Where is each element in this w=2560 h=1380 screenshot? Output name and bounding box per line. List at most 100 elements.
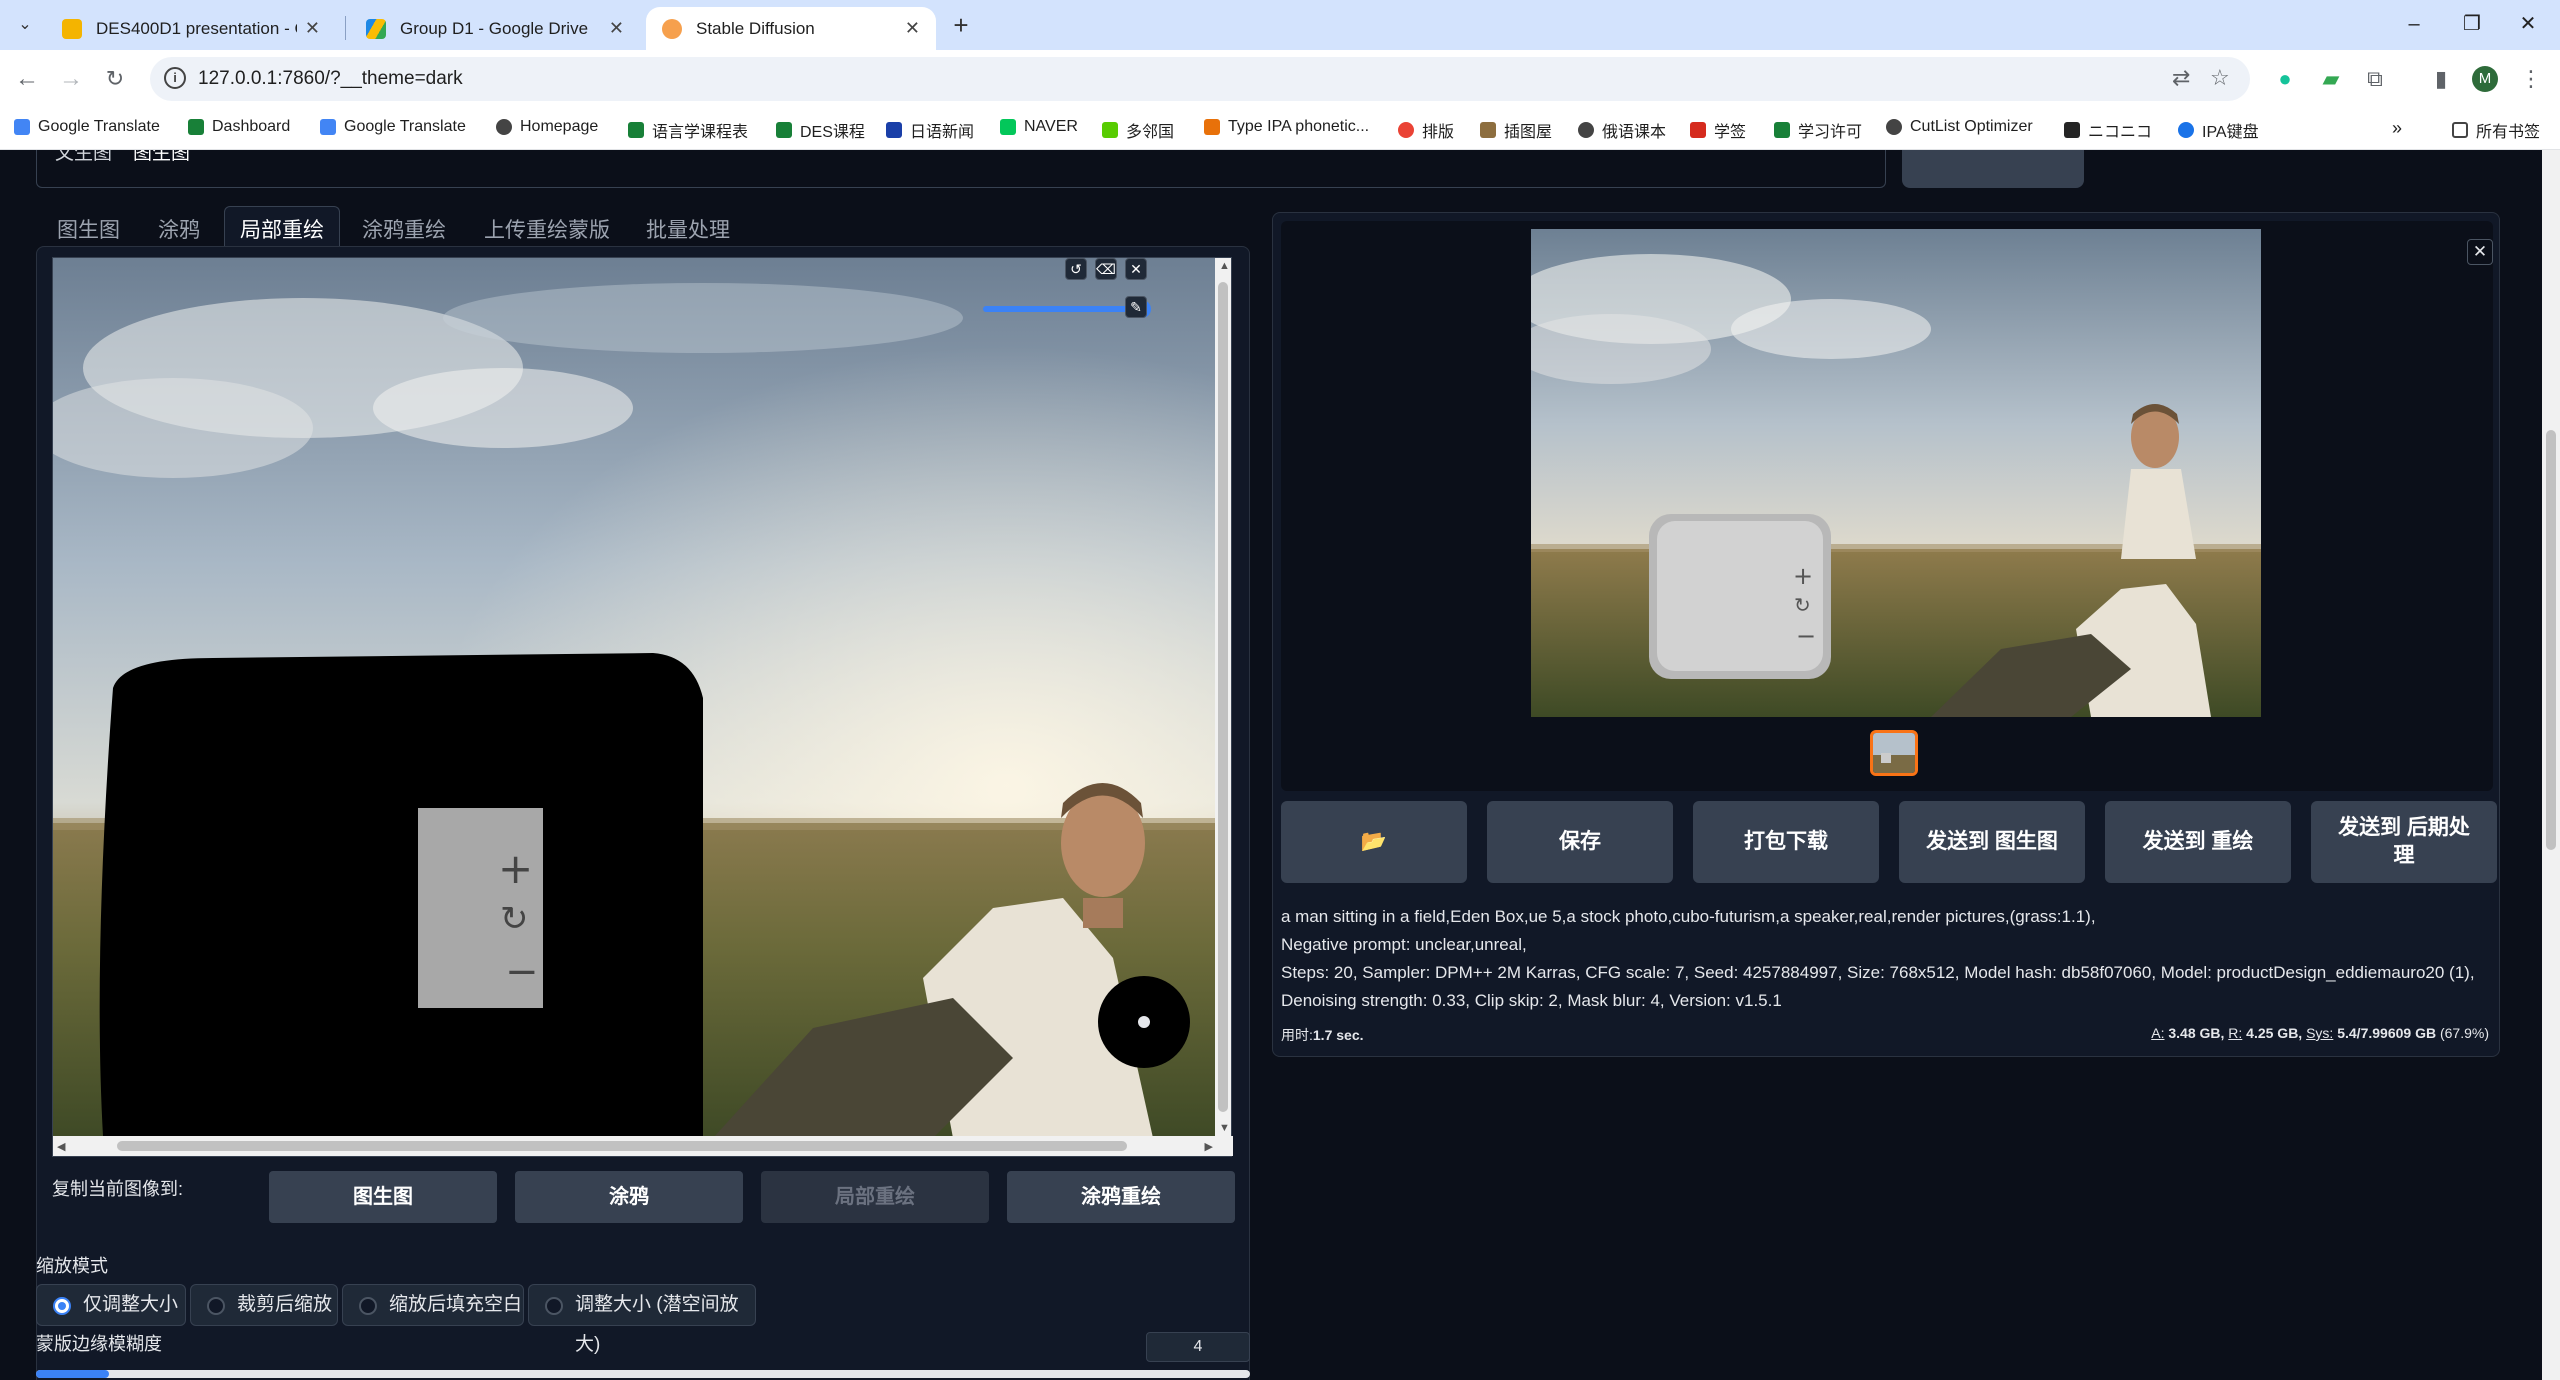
subtab-sketch[interactable]: 涂鸦 xyxy=(158,214,200,244)
resize-mode-just-resize[interactable]: 仅调整大小 xyxy=(36,1284,186,1326)
eraser-icon[interactable]: ⌫ xyxy=(1095,258,1117,280)
bookmark-homepage[interactable]: Homepage xyxy=(496,118,598,136)
profile-avatar[interactable]: M xyxy=(2472,66,2498,92)
inpaint-photo-with-mask: + ↻ − xyxy=(53,258,1216,1136)
scroll-right-icon[interactable]: ▶ xyxy=(1205,1140,1213,1153)
bookmark-naver[interactable]: NAVER xyxy=(1000,118,1078,136)
all-bookmarks-folder[interactable]: 所有书签 xyxy=(2452,118,2540,142)
bookmark-russian-textbook[interactable]: 俄语课本 xyxy=(1578,118,1666,142)
scroll-left-icon[interactable]: ◀ xyxy=(57,1140,65,1153)
clear-canvas-close-icon[interactable]: ✕ xyxy=(1125,258,1147,280)
bookmark-linguistics-schedule[interactable]: 语言学课程表 xyxy=(628,118,748,142)
scroll-down-icon[interactable]: ▼ xyxy=(1219,1122,1230,1134)
copy-to-inpaint-button[interactable]: 局部重绘 xyxy=(761,1171,989,1223)
bookmarks-bar: Google Translate Dashboard Google Transl… xyxy=(0,108,2560,150)
mask-blur-slider-fill xyxy=(36,1370,109,1378)
close-tab-icon[interactable]: ✕ xyxy=(305,18,320,39)
send-to-inpaint-button[interactable]: 发送到 重绘 xyxy=(2105,801,2291,883)
inpaint-canvas[interactable]: + ↻ − ↺ ⌫ ✕ ✎ ▲ ▼ ◀ ▶ xyxy=(52,257,1233,1157)
close-tab-icon[interactable]: ✕ xyxy=(905,18,920,39)
open-folder-button[interactable]: 📂 xyxy=(1281,801,1467,883)
subtab-inpaint-sketch[interactable]: 涂鸦重绘 xyxy=(362,214,446,244)
back-arrow-icon[interactable]: ← xyxy=(12,64,42,94)
bookmark-study-license[interactable]: 学习许可 xyxy=(1774,118,1862,142)
output-image[interactable]: + ↻ − xyxy=(1531,229,2261,717)
subtab-inpaint[interactable]: 局部重绘 xyxy=(240,214,324,244)
undo-icon[interactable]: ↺ xyxy=(1065,258,1087,280)
close-tab-icon[interactable]: ✕ xyxy=(609,18,624,39)
bookmark-dashboard[interactable]: Dashboard xyxy=(188,118,290,136)
bookmark-cutlist[interactable]: CutList Optimizer xyxy=(1886,118,2033,136)
bookmark-niconico[interactable]: ニコニコ xyxy=(2064,118,2152,142)
bookmark-japanese-news[interactable]: 日语新闻 xyxy=(886,118,974,142)
tab-search-chevron-icon[interactable]: ⌄ xyxy=(12,12,38,38)
send-to-img2img-button[interactable]: 发送到 图生图 xyxy=(1899,801,2085,883)
generation-info: a man sitting in a field,Eden Box,ue 5,a… xyxy=(1281,903,2491,1015)
canvas-horizontal-scrollbar[interactable]: ◀ ▶ xyxy=(53,1136,1233,1156)
mask-blur-slider[interactable] xyxy=(36,1370,1250,1378)
tab-img2img[interactable]: 图生图 xyxy=(133,150,190,165)
copy-to-inpaint-sketch-button[interactable]: 涂鸦重绘 xyxy=(1007,1171,1235,1223)
resize-mode-latent-upscale[interactable]: 调整大小 (潜空间放大) xyxy=(528,1284,756,1355)
extension-leaf-icon[interactable]: ▰ xyxy=(2316,64,2346,94)
tab-des400d1[interactable]: DES400D1 presentation - Go ✕ xyxy=(46,7,336,50)
minimize-icon[interactable]: – xyxy=(2394,8,2434,40)
translate-page-icon[interactable]: ⇄ xyxy=(2172,65,2190,91)
close-window-icon[interactable]: ✕ xyxy=(2508,8,2548,40)
send-to-extras-button[interactable]: 发送到 后期处理 xyxy=(2311,801,2497,883)
bookmark-typesetting[interactable]: 排版 xyxy=(1398,118,1454,142)
gallery-thumbnail[interactable] xyxy=(1870,730,1918,776)
extensions-puzzle-icon[interactable]: ⧉ xyxy=(2360,64,2390,94)
copy-to-sketch-button[interactable]: 涂鸦 xyxy=(515,1171,743,1223)
address-bar[interactable]: i 127.0.0.1:7860/?__theme=dark ⇄ ☆ xyxy=(150,57,2250,101)
reload-icon[interactable]: ↻ xyxy=(100,64,130,94)
resize-mode-resize-and-fill[interactable]: 缩放后填充空白 xyxy=(342,1284,524,1326)
canvas-vertical-scrollbar[interactable]: ▲ ▼ xyxy=(1215,258,1231,1136)
tab-google-drive[interactable]: Group D1 - Google Drive ✕ xyxy=(350,7,640,50)
page-vertical-scrollbar[interactable] xyxy=(2542,150,2560,1380)
canvas-hscroll-thumb[interactable] xyxy=(117,1141,1127,1151)
inpaint-image[interactable]: + ↻ − ↺ ⌫ ✕ ✎ xyxy=(53,258,1216,1136)
tv-icon xyxy=(2064,122,2080,138)
bookmark-duolingo[interactable]: 多邻国 xyxy=(1102,118,1174,142)
side-panel-icon[interactable]: ▮ xyxy=(2426,64,2456,94)
browser-menu-icon[interactable]: ⋮ xyxy=(2516,64,2546,94)
bookmark-google-translate-2[interactable]: Google Translate xyxy=(320,118,466,136)
resize-mode-crop-and-resize[interactable]: 裁剪后缩放 xyxy=(190,1284,338,1326)
grammarly-extension-icon[interactable]: ● xyxy=(2270,64,2300,94)
zip-download-button[interactable]: 打包下载 xyxy=(1693,801,1879,883)
bookmark-des-course[interactable]: DES课程 xyxy=(776,118,865,142)
site-info-icon[interactable]: i xyxy=(164,67,186,89)
generate-button-partial[interactable] xyxy=(1902,150,2084,188)
bookmark-star-icon[interactable]: ☆ xyxy=(2210,65,2230,91)
bookmark-ipa-keyboard[interactable]: IPA键盘 xyxy=(2178,118,2259,142)
brush-icon[interactable]: ✎ xyxy=(1125,296,1147,318)
radio-dot xyxy=(359,1297,377,1315)
scroll-up-icon[interactable]: ▲ xyxy=(1219,260,1230,272)
brush-size-slider[interactable] xyxy=(983,300,1151,318)
url-text[interactable]: 127.0.0.1:7860/?__theme=dark xyxy=(198,68,463,90)
illustration-icon xyxy=(1480,122,1496,138)
forward-arrow-icon[interactable]: → xyxy=(56,64,86,94)
subtab-img2img[interactable]: 图生图 xyxy=(57,214,120,244)
typesetting-icon xyxy=(1398,122,1414,138)
tab-stable-diffusion[interactable]: Stable Diffusion ✕ xyxy=(646,7,936,50)
page-vscroll-thumb[interactable] xyxy=(2546,430,2556,850)
restore-icon[interactable]: ❐ xyxy=(2452,8,2492,40)
bookmark-google-translate[interactable]: Google Translate xyxy=(14,118,160,136)
globe-icon xyxy=(496,119,512,135)
canvas-vscroll-thumb[interactable] xyxy=(1218,282,1228,1112)
subtab-batch[interactable]: 批量处理 xyxy=(646,214,730,244)
bookmark-illustration[interactable]: 插图屋 xyxy=(1480,118,1552,142)
more-bookmarks-chevron-icon[interactable]: » xyxy=(2392,118,2402,139)
subtab-inpaint-upload[interactable]: 上传重绘蒙版 xyxy=(484,214,610,244)
tab-txt2img[interactable]: 文生图 xyxy=(55,150,112,165)
bookmark-type-ipa[interactable]: Type IPA phonetic... xyxy=(1204,118,1369,136)
bookmark-study-permit[interactable]: 学签 xyxy=(1690,118,1746,142)
mask-blur-number-input[interactable]: 4 xyxy=(1146,1332,1250,1362)
gallery-close-icon[interactable]: ✕ xyxy=(2467,239,2493,265)
maple-leaf-icon xyxy=(1690,122,1706,138)
save-button[interactable]: 保存 xyxy=(1487,801,1673,883)
new-tab-plus-icon[interactable]: + xyxy=(946,11,976,41)
copy-to-img2img-button[interactable]: 图生图 xyxy=(269,1171,497,1223)
